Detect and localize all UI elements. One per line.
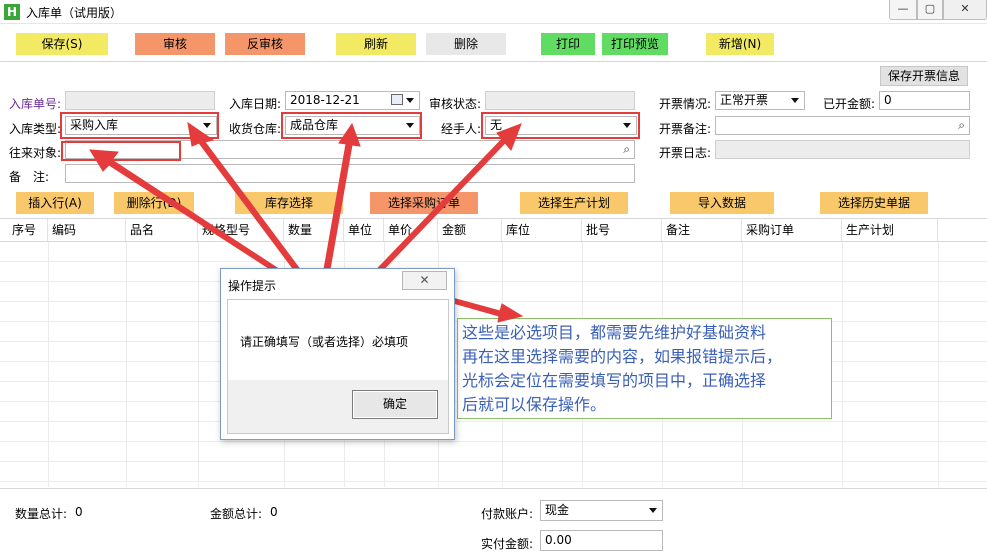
close-window-button[interactable]: ✕ [943, 0, 987, 20]
chevron-down-icon[interactable] [791, 98, 799, 103]
actual-amount-field[interactable]: 0.00 [540, 530, 663, 551]
invoice-date-field [715, 140, 970, 159]
column-header[interactable]: 品名 [126, 219, 198, 241]
column-header[interactable]: 编码 [48, 219, 126, 241]
entry-type-label: 入库类型: [9, 122, 62, 136]
save-invoice-button[interactable]: 保存开票信息 [880, 66, 968, 86]
note-line: 这些是必选项目，都需要先维护好基础资料 [462, 323, 767, 342]
save-button[interactable]: 保存(S) [16, 33, 108, 55]
invoice-status-value: 正常开票 [720, 93, 769, 107]
entry-no-label: 入库单号: [9, 97, 62, 111]
dialog-button-area: 确定 [228, 380, 448, 433]
new-button[interactable]: 新增(N) [706, 33, 774, 55]
note-line: 后就可以保存操作。 [462, 395, 607, 414]
column-header[interactable]: 备注 [662, 219, 742, 241]
annotation-note: 这些是必选项目，都需要先维护好基础资料 再在这里选择需要的内容，如果报错提示后，… [457, 318, 832, 419]
dialog-content: 请正确填写（或者选择）必填项 确定 [227, 299, 449, 434]
qty-total-value: 0 [75, 505, 83, 519]
invoice-date-label: 开票日志: [659, 146, 712, 160]
chevron-down-icon[interactable] [406, 98, 414, 103]
refresh-button[interactable]: 刷新 [336, 33, 416, 55]
calendar-icon[interactable] [391, 94, 403, 105]
chevron-down-icon[interactable] [649, 508, 657, 513]
header-form: 保存开票信息 入库单号: 入库日期: 2018-12-21 审核状态: 开票情况… [0, 63, 987, 190]
qty-total-label: 数量总计: [15, 507, 68, 521]
minimize-button[interactable]: — [889, 0, 917, 20]
column-header[interactable]: 规格型号 [198, 219, 284, 241]
handler-label: 经手人: [441, 122, 482, 136]
audit-button[interactable]: 审核 [135, 33, 215, 55]
print-preview-button[interactable]: 打印预览 [602, 33, 668, 55]
audit-status-field [485, 91, 635, 110]
grid-divider [126, 242, 127, 487]
search-icon[interactable]: ⌕ [958, 117, 965, 134]
payment-account-select[interactable]: 现金 [540, 500, 663, 521]
operation-tip-dialog: 操作提示 ✕ 请正确填写（或者选择）必填项 确定 [220, 268, 455, 440]
column-header[interactable]: 单位 [344, 219, 384, 241]
column-header[interactable]: 金额 [438, 219, 502, 241]
partner-label: 往来对象: [9, 146, 62, 160]
entry-date-label: 入库日期: [229, 97, 282, 111]
invoiced-amount-field[interactable]: 0 [879, 91, 970, 110]
print-button[interactable]: 打印 [541, 33, 595, 55]
grid-divider [842, 242, 843, 487]
entry-no-field[interactable] [65, 91, 215, 110]
column-header[interactable]: 生产计划 [842, 219, 938, 241]
insert-row-button[interactable]: 插入行(A) [16, 192, 94, 214]
amount-total-value: 0 [270, 505, 278, 519]
main-toolbar: 保存(S) 审核 反审核 刷新 删除 打印 打印预览 新增(N) [0, 25, 987, 62]
invoice-status-label: 开票情况: [659, 97, 712, 111]
grid-divider [198, 242, 199, 487]
totals-footer: 数量总计: 0 金额总计: 0 付款账户: 现金 实付金额: 0.00 [0, 488, 987, 559]
row-action-bar: 插入行(A) 删除行(D) 库存选择 选择采购订单 选择生产计划 导入数据 选择… [0, 190, 987, 218]
handler-highlight [481, 112, 640, 139]
invoice-remark-label: 开票备注: [659, 122, 712, 136]
items-grid-header: 序号 编码 品名 规格型号 数量 单位 单价 金额 库位 批号 备注 采购订单 … [0, 218, 987, 242]
invoice-status-select[interactable]: 正常开票 [715, 91, 805, 110]
column-header[interactable]: 采购订单 [742, 219, 842, 241]
remark-field[interactable] [65, 164, 635, 183]
actual-amount-label: 实付金额: [481, 537, 534, 551]
entry-type-highlight [60, 112, 219, 139]
delete-button[interactable]: 删除 [426, 33, 506, 55]
delete-row-button[interactable]: 删除行(D) [114, 192, 194, 214]
app-logo-icon: H [4, 4, 20, 20]
invoiced-amount-label: 已开金额: [823, 97, 876, 111]
select-purchase-order-button[interactable]: 选择采购订单 [370, 192, 478, 214]
grid-divider [48, 242, 49, 487]
partner-highlight [61, 141, 181, 161]
column-header[interactable]: 批号 [582, 219, 662, 241]
remark-label: 备 注: [9, 170, 50, 184]
dialog-close-button[interactable]: ✕ [402, 271, 447, 290]
column-header[interactable]: 序号 [8, 219, 48, 241]
dialog-message: 请正确填写（或者选择）必填项 [240, 335, 409, 349]
maximize-button[interactable]: ▢ [917, 0, 943, 20]
amount-total-label: 金额总计: [210, 507, 263, 521]
select-production-plan-button[interactable]: 选择生产计划 [520, 192, 628, 214]
audit-status-label: 审核状态: [429, 97, 482, 111]
title-bar: H 入库单（试用版） — ▢ ✕ [0, 0, 987, 24]
dialog-title: 操作提示 [228, 279, 277, 293]
entry-date-picker[interactable]: 2018-12-21 [285, 91, 420, 110]
warehouse-label: 收货仓库: [229, 122, 282, 136]
search-icon[interactable]: ⌕ [623, 141, 630, 158]
entry-date-value: 2018-12-21 [290, 93, 360, 107]
ok-button[interactable]: 确定 [352, 390, 438, 419]
unaudit-button[interactable]: 反审核 [225, 33, 305, 55]
column-header[interactable]: 库位 [502, 219, 582, 241]
grid-divider [938, 242, 939, 487]
note-line: 再在这里选择需要的内容，如果报错提示后， [462, 347, 783, 366]
payment-account-label: 付款账户: [481, 507, 534, 521]
select-history-button[interactable]: 选择历史单据 [820, 192, 928, 214]
note-line: 光标会定位在需要填写的项目中，正确选择 [462, 371, 767, 390]
import-data-button[interactable]: 导入数据 [670, 192, 774, 214]
invoice-remark-field[interactable]: ⌕ [715, 116, 970, 135]
payment-account-value: 现金 [545, 503, 570, 517]
column-header[interactable]: 单价 [384, 219, 438, 241]
warehouse-highlight [281, 112, 422, 139]
stock-select-button[interactable]: 库存选择 [235, 192, 343, 214]
column-header[interactable]: 数量 [284, 219, 344, 241]
window-title: 入库单（试用版） [26, 6, 123, 20]
